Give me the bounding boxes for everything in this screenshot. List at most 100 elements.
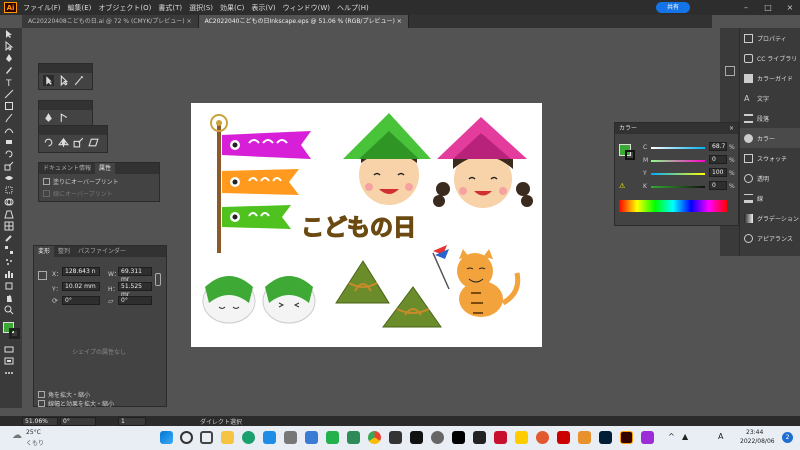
dock-properties[interactable]: プロパティ xyxy=(740,28,800,48)
app-icon-6[interactable] xyxy=(389,431,402,444)
rectangle-tool-icon[interactable] xyxy=(4,101,18,112)
overprint-fill-checkbox[interactable] xyxy=(43,178,50,185)
black-field[interactable]: 0 xyxy=(709,181,727,190)
shear-field[interactable]: 0° xyxy=(118,296,152,305)
shaper-tool-icon[interactable] xyxy=(4,125,18,136)
screen-mode-icon[interactable] xyxy=(4,356,18,367)
out-of-gamut-icon[interactable]: ⚠ xyxy=(619,182,625,190)
close-icon[interactable]: × xyxy=(784,2,796,13)
notification-badge[interactable]: 2 xyxy=(782,432,793,443)
zoom-tool-icon[interactable] xyxy=(4,305,18,316)
constrain-proportions-icon[interactable] xyxy=(155,273,161,286)
menu-select[interactable]: 選択(S) xyxy=(189,3,213,13)
menu-object[interactable]: オブジェクト(O) xyxy=(98,3,151,13)
maximize-icon[interactable]: □ xyxy=(762,2,774,13)
cyan-field[interactable]: 68.7 xyxy=(709,142,727,151)
type-tool-icon[interactable]: T xyxy=(4,77,18,89)
girl-illustration[interactable] xyxy=(433,117,533,208)
dock-gradient[interactable]: グラデーション xyxy=(740,208,800,228)
kashiwa-mochi-illustration[interactable] xyxy=(202,276,316,324)
rotation-field[interactable]: 0° xyxy=(60,417,96,426)
shape-builder-tool-icon[interactable] xyxy=(4,197,18,208)
zoom-field[interactable]: 51.06% xyxy=(22,417,58,426)
magenta-slider[interactable] xyxy=(651,160,705,162)
chrome-icon[interactable] xyxy=(368,431,381,444)
app-icon-11[interactable] xyxy=(494,431,507,444)
dock-cc-libraries[interactable]: CC ライブラリ xyxy=(740,48,800,68)
more-tools-icon[interactable] xyxy=(4,368,18,379)
panel-header[interactable] xyxy=(39,126,107,135)
artboard[interactable]: こどもの日 xyxy=(191,103,542,347)
h-field[interactable]: 51.525 mr xyxy=(118,282,152,298)
dock-color-guide[interactable]: カラーガイド xyxy=(740,68,800,88)
direct-selection-tool-icon[interactable] xyxy=(4,40,18,52)
dock-swatches[interactable]: スウォッチ xyxy=(740,148,800,168)
app-icon-9[interactable] xyxy=(452,431,465,444)
selection-tool-icon[interactable] xyxy=(43,75,54,86)
fill-stroke-swatch[interactable] xyxy=(1,320,21,340)
rotate-tool-icon[interactable] xyxy=(4,149,18,160)
minimize-icon[interactable]: – xyxy=(740,2,752,13)
app-icon-15[interactable] xyxy=(578,431,591,444)
menu-file[interactable]: ファイル(F) xyxy=(23,3,61,13)
yellow-slider[interactable] xyxy=(651,173,705,175)
tab-doc-ai[interactable]: AC20220408こどもの日.ai @ 72 % (CMYK/プレビュー) × xyxy=(22,15,199,28)
tab-doc-eps[interactable]: AC2022040こどもの日Inkscape.eps @ 51.06 % (RG… xyxy=(198,15,409,28)
free-transform-tool-icon[interactable] xyxy=(4,185,18,196)
layers-strip-icon[interactable] xyxy=(725,68,735,78)
app-icon-8[interactable] xyxy=(431,431,444,444)
panel-header[interactable] xyxy=(39,64,92,73)
pencil-tool-icon[interactable] xyxy=(4,65,18,76)
tab-transform[interactable]: 変形 xyxy=(34,246,55,257)
overprint-stroke-checkbox[interactable] xyxy=(43,190,50,197)
chimaki-illustration[interactable] xyxy=(335,260,442,328)
pen-tool-icon[interactable] xyxy=(43,112,54,123)
line-tool-icon[interactable] xyxy=(4,89,18,100)
menu-edit[interactable]: 編集(E) xyxy=(68,3,92,13)
menu-type[interactable]: 書式(T) xyxy=(158,3,182,13)
tab-document-info[interactable]: ドキュメント情報 xyxy=(39,163,95,174)
dock-color[interactable]: カラー xyxy=(740,128,800,148)
eraser-tool-icon[interactable] xyxy=(4,137,18,148)
magenta-field[interactable]: 0 xyxy=(709,155,727,164)
scale-corners-checkbox[interactable] xyxy=(38,391,45,398)
clock-time[interactable]: 23:44 xyxy=(746,429,763,436)
rotate-field[interactable]: 0° xyxy=(62,296,100,305)
app-icon-4[interactable] xyxy=(326,431,339,444)
app-icon-3[interactable] xyxy=(305,431,318,444)
scale-strokes-checkbox[interactable] xyxy=(38,400,45,407)
edge-icon[interactable] xyxy=(242,431,255,444)
magic-wand-tool-icon[interactable] xyxy=(73,75,84,86)
symbol-sprayer-tool-icon[interactable] xyxy=(4,257,18,268)
artboard-tool-icon[interactable] xyxy=(4,281,18,292)
scale-tool-icon[interactable] xyxy=(4,161,18,172)
app-icon-7[interactable] xyxy=(410,431,423,444)
cyan-slider[interactable] xyxy=(651,147,705,149)
language-indicator[interactable]: A xyxy=(718,432,723,441)
illustrator-taskbar-icon[interactable] xyxy=(620,431,633,444)
app-icon-17[interactable] xyxy=(641,431,654,444)
y-field[interactable]: 10.02 mm xyxy=(62,282,100,291)
draw-mode-icon[interactable] xyxy=(4,344,18,355)
app-icon-14[interactable] xyxy=(557,431,570,444)
mesh-tool-icon[interactable] xyxy=(4,221,18,232)
boy-illustration[interactable] xyxy=(343,113,431,205)
panel-header[interactable] xyxy=(39,101,92,110)
app-icon-5[interactable] xyxy=(347,431,360,444)
tab-pathfinder[interactable]: パスファインダー xyxy=(74,246,130,257)
pen-tool-icon[interactable] xyxy=(4,53,18,64)
start-icon[interactable] xyxy=(160,431,173,444)
anchor-tool-icon[interactable] xyxy=(58,112,69,123)
network-icon[interactable]: ▲ xyxy=(682,432,688,441)
menu-view[interactable]: 表示(V) xyxy=(251,3,275,13)
share-button[interactable]: 共有 xyxy=(656,2,690,13)
color-spectrum[interactable] xyxy=(619,200,727,212)
kodomo-no-hi-title[interactable]: こどもの日 xyxy=(300,214,416,241)
dock-stroke[interactable]: 線 xyxy=(740,188,800,208)
clock-date[interactable]: 2022/08/06 xyxy=(740,438,775,445)
file-explorer-icon[interactable] xyxy=(221,431,234,444)
graph-tool-icon[interactable] xyxy=(4,269,18,280)
koinobori-illustration[interactable] xyxy=(210,114,311,253)
close-panel-icon[interactable]: × xyxy=(729,123,734,134)
shear-tool-icon[interactable] xyxy=(88,137,99,148)
